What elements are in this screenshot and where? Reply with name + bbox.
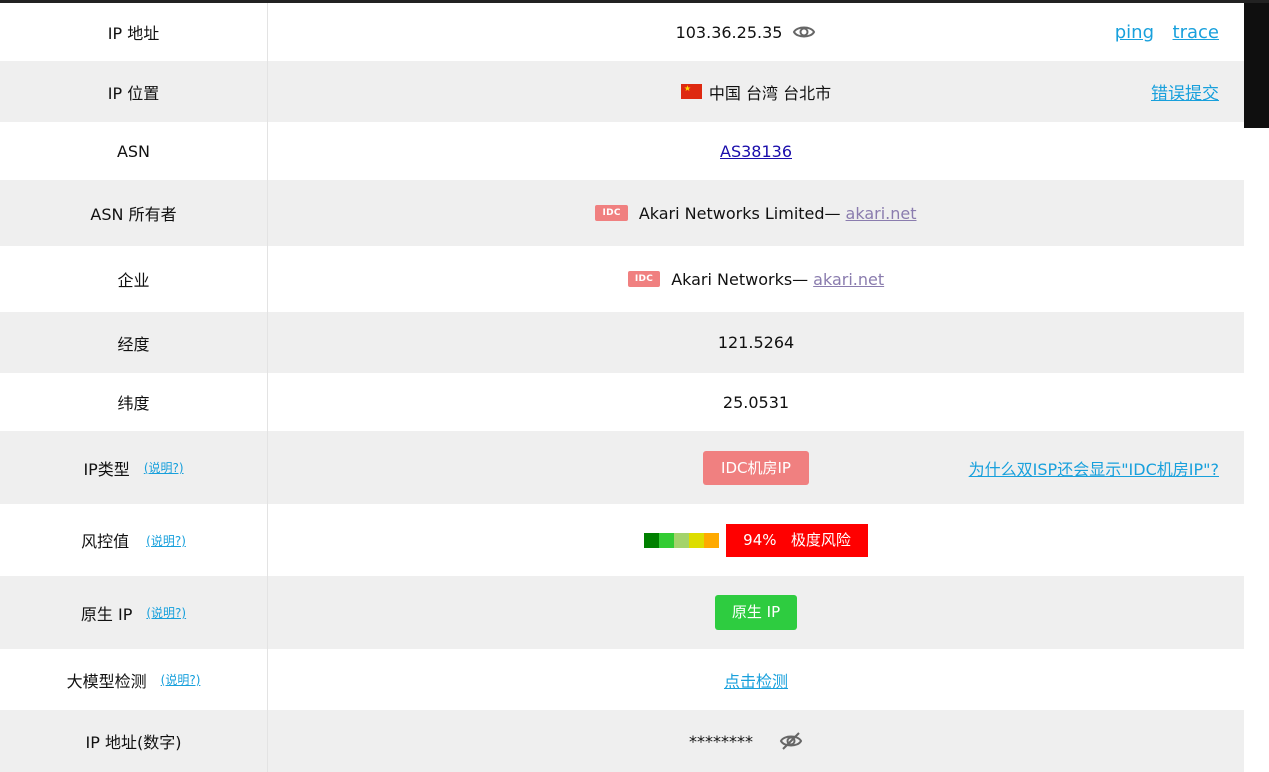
asn-owner-name: Akari Networks Limited— xyxy=(638,203,841,223)
risk-help-link[interactable]: (说明?) xyxy=(146,532,186,549)
latitude-value: 25.0531 xyxy=(722,392,790,412)
eye-icon[interactable] xyxy=(792,20,816,44)
report-error-link[interactable]: 错误提交 xyxy=(1151,79,1219,104)
risk-score: 94% xyxy=(743,530,777,549)
value-risk-cell: 94% 极度风险 xyxy=(268,504,1244,576)
value-ip-location-cell: ★ 中国 台湾 台北市 错误提交 xyxy=(268,61,1244,122)
idc-tag: IDC xyxy=(595,205,628,221)
value-asn-cell: AS38136 xyxy=(268,122,1244,180)
label-latitude: 纬度 xyxy=(0,373,268,431)
trace-link[interactable]: trace xyxy=(1173,22,1219,43)
longitude-value: 121.5264 xyxy=(717,333,795,352)
value-asn-owner-cell: IDC Akari Networks Limited— akari.net xyxy=(268,180,1244,246)
ip-number-value: ******** xyxy=(689,731,753,751)
row-ip-address: IP 地址 103.36.25.35 ping trace xyxy=(0,3,1244,61)
risk-color-scale xyxy=(644,532,720,548)
risk-level: 极度风险 xyxy=(790,530,851,549)
row-ip-number: IP 地址(数字) ******** xyxy=(0,710,1244,772)
risk-score-badge: 94% 极度风险 xyxy=(726,523,868,557)
ip-address-value: 103.36.25.35 xyxy=(675,22,783,42)
llm-help-link[interactable]: (说明?) xyxy=(161,671,201,688)
value-ip-number-cell: ******** xyxy=(268,710,1244,772)
risk-scale-segment-5 xyxy=(704,532,720,548)
label-risk: 风控值 xyxy=(81,532,130,551)
china-flag-icon: ★ xyxy=(680,84,702,99)
click-detect-link[interactable]: 点击检测 xyxy=(724,668,788,692)
eye-off-icon[interactable] xyxy=(779,729,803,753)
company-domain-link[interactable]: akari.net xyxy=(813,270,884,289)
risk-scale-segment-1 xyxy=(644,532,660,548)
row-native-ip: 原生 IP (说明?) 原生 IP xyxy=(0,576,1244,649)
value-longitude-cell: 121.5264 xyxy=(268,312,1244,373)
ping-link[interactable]: ping xyxy=(1115,22,1154,43)
value-llm-cell: 点击检测 xyxy=(268,649,1244,710)
native-ip-badge: 原生 IP xyxy=(714,595,798,630)
asn-link[interactable]: AS38136 xyxy=(720,142,792,161)
label-risk-cell: 风控值 (说明?) xyxy=(0,504,268,576)
value-ip-type-cell: IDC机房IP 为什么双ISP还会显示"IDC机房IP"? xyxy=(268,431,1244,504)
scrollbar[interactable] xyxy=(1244,3,1269,128)
label-longitude: 经度 xyxy=(0,312,268,373)
row-llm-detect: 大模型检测 (说明?) 点击检测 xyxy=(0,649,1244,710)
row-asn: ASN AS38136 xyxy=(0,122,1244,180)
row-latitude: 纬度 25.0531 xyxy=(0,373,1244,431)
idc-ip-badge: IDC机房IP xyxy=(703,450,809,485)
ip-info-table: IP 地址 103.36.25.35 ping trace IP 位置 ★ 中国… xyxy=(0,3,1244,772)
label-asn-owner: ASN 所有者 xyxy=(0,180,268,246)
row-ip-type: IP类型 (说明?) IDC机房IP 为什么双ISP还会显示"IDC机房IP"? xyxy=(0,431,1244,504)
label-llm: 大模型检测 xyxy=(66,671,147,691)
label-asn: ASN xyxy=(0,122,268,180)
label-native: 原生 IP xyxy=(80,604,133,624)
label-company: 企业 xyxy=(0,246,268,312)
row-company: 企业 IDC Akari Networks— akari.net xyxy=(0,246,1244,312)
value-ip-address-cell: 103.36.25.35 ping trace xyxy=(268,3,1244,61)
label-ip-type-cell: IP类型 (说明?) xyxy=(0,431,268,504)
asn-owner-domain-link[interactable]: akari.net xyxy=(846,204,917,223)
risk-scale-segment-3 xyxy=(674,532,690,548)
ip-type-help-link[interactable]: (说明?) xyxy=(144,459,184,476)
label-llm-cell: 大模型检测 (说明?) xyxy=(0,649,268,710)
label-ip-address: IP 地址 xyxy=(0,3,268,61)
value-native-cell: 原生 IP xyxy=(268,576,1244,649)
row-ip-location: IP 位置 ★ 中国 台湾 台北市 错误提交 xyxy=(0,61,1244,122)
company-name: Akari Networks— xyxy=(671,269,809,289)
risk-scale-segment-4 xyxy=(689,532,705,548)
value-latitude-cell: 25.0531 xyxy=(268,373,1244,431)
row-asn-owner: ASN 所有者 IDC Akari Networks Limited— akar… xyxy=(0,180,1244,246)
label-ip-number: IP 地址(数字) xyxy=(0,710,268,772)
label-ip-type: IP类型 xyxy=(83,459,130,479)
native-help-link[interactable]: (说明?) xyxy=(146,604,186,621)
label-ip-location: IP 位置 xyxy=(0,61,268,122)
label-native-cell: 原生 IP (说明?) xyxy=(0,576,268,649)
ip-location-value: 中国 台湾 台北市 xyxy=(708,83,832,103)
row-longitude: 经度 121.5264 xyxy=(0,312,1244,373)
value-company-cell: IDC Akari Networks— akari.net xyxy=(268,246,1244,312)
idc-tag: IDC xyxy=(627,271,661,287)
dual-isp-question-link[interactable]: 为什么双ISP还会显示"IDC机房IP"? xyxy=(969,456,1219,480)
risk-scale-segment-2 xyxy=(659,532,675,548)
row-risk-score: 风控值 (说明?) 94% 极度风险 xyxy=(0,504,1244,576)
